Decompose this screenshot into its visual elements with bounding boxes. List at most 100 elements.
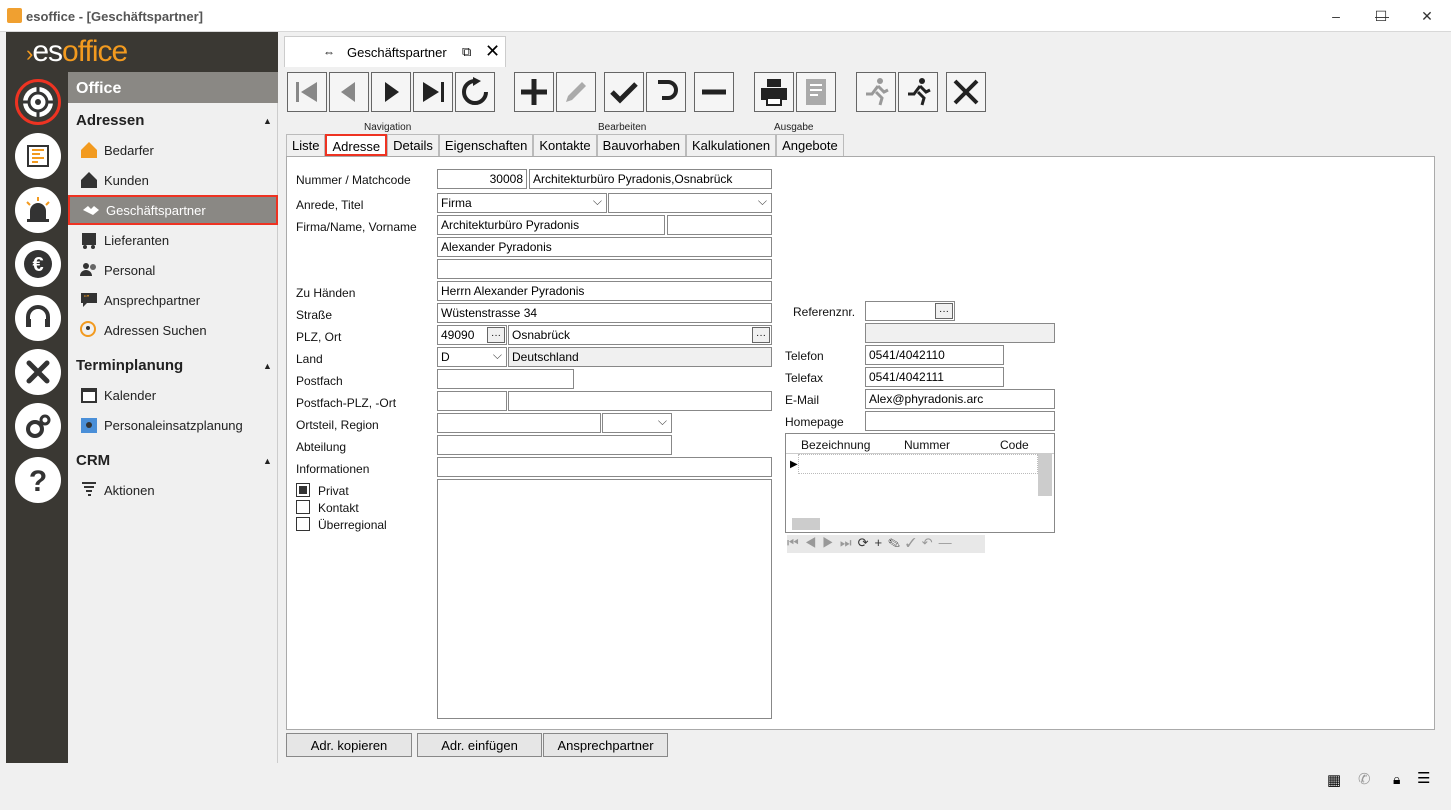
titel-select[interactable] [608,193,772,213]
notes-textarea[interactable] [437,479,772,719]
tab-kontakte[interactable]: Kontakte [533,134,597,156]
grid-col-nummer[interactable]: Nummer [904,438,950,452]
previous-record-button[interactable] [329,72,369,112]
privat-checkbox[interactable] [296,483,310,497]
zuhaenden-field[interactable]: Herrn Alexander Pyradonis [437,281,772,301]
section-adressen[interactable]: Adressen [76,112,144,129]
sidebar-item-personal[interactable]: Personal [68,256,278,284]
popout-icon[interactable]: ⧉ [462,44,471,60]
tab-liste[interactable]: Liste [286,134,326,156]
ueberregional-checkbox[interactable] [296,517,310,531]
section-crm[interactable]: CRM [76,452,110,469]
refresh-button[interactable] [455,72,495,112]
tools-icon[interactable] [15,349,61,395]
strasse-field[interactable]: Wüstenstrasse 34 [437,303,772,323]
tab-bauvorhaben[interactable]: Bauvorhaben [596,134,686,156]
headset-icon[interactable] [15,295,61,341]
planner-icon[interactable] [15,133,61,179]
report-button[interactable] [796,72,836,112]
svg-text:€: € [32,254,43,276]
adr-einfuegen-button[interactable]: Adr. einfügen [417,733,542,757]
postfach-plz-field[interactable] [437,391,507,411]
anrede-select[interactable]: Firma [437,193,607,213]
grid-row[interactable] [798,454,1038,474]
first-record-button[interactable] [287,72,327,112]
run-gray-button[interactable] [856,72,896,112]
minimize-button-2[interactable]: – [1313,0,1359,32]
ort-field[interactable]: Osnabrück [508,325,772,345]
collapse-arrow-icon[interactable]: ▲ [263,116,272,126]
kontakt-checkbox[interactable] [296,500,310,514]
maximize-button[interactable]: ☐ [1358,0,1404,32]
tab-details[interactable]: Details [387,134,439,156]
tab-kalkulationen[interactable]: Kalkulationen [686,134,777,156]
collapse-arrow-icon[interactable]: ▲ [263,361,272,371]
region-select[interactable] [602,413,672,433]
settings-wheel-icon[interactable] [15,79,61,125]
print-button[interactable] [754,72,794,112]
sidebar-item-personaleinsatzplanung[interactable]: Personaleinsatzplanung [68,411,278,439]
grid-scrollbar[interactable] [1038,454,1052,496]
building-icon[interactable]: ▦ [1327,771,1341,789]
database-icon[interactable]: ☰ [1417,769,1430,787]
sidebar-item-kalender[interactable]: Kalender [68,381,278,409]
homepage-field[interactable] [865,411,1055,431]
main-area: ⇔ Geschäftspartner ⧉ ✕ Navigation Bearbe… [278,32,1449,763]
lock-icon[interactable]: 🔒︎ [1393,771,1400,788]
tab-eigenschaften[interactable]: Eigenschaften [438,134,534,156]
edit-button[interactable] [556,72,596,112]
section-terminplanung[interactable]: Terminplanung [76,357,183,374]
last-record-button[interactable] [413,72,453,112]
name3-field[interactable] [437,259,772,279]
telefon-field[interactable]: 0541/4042110 [865,345,1004,365]
ortsteil-field[interactable] [437,413,601,433]
euro-icon[interactable]: € [15,241,61,287]
run-button[interactable] [898,72,938,112]
tab-adresse[interactable]: Adresse [325,134,388,156]
postfach-field[interactable] [437,369,574,389]
sidebar-item-bedarfer[interactable]: Bedarfer [68,136,278,164]
close-tab-icon[interactable]: ✕ [485,41,500,62]
document-tab[interactable]: ⇔ Geschäftspartner ⧉ ✕ [284,36,506,67]
gears-icon[interactable] [15,403,61,449]
plz-lookup-button[interactable]: ··· [487,327,505,343]
informationen-field[interactable] [437,457,772,477]
ort-lookup-button[interactable]: ··· [752,327,770,343]
grid-col-code[interactable]: Code [1000,438,1029,452]
grid-col-bezeichnung[interactable]: Bezeichnung [801,438,870,452]
phone-icon[interactable]: ✆ [1358,770,1371,788]
telefax-field[interactable]: 0541/4042111 [865,367,1004,387]
sidebar-item-lieferanten[interactable]: Lieferanten [68,226,278,254]
save-button[interactable] [604,72,644,112]
delete-button[interactable] [694,72,734,112]
abteilung-field[interactable] [437,435,672,455]
label-strasse: Straße [296,308,333,322]
add-button[interactable] [514,72,554,112]
sidebar-item-geschaeftspartner[interactable]: Geschäftspartner [68,195,278,225]
help-icon[interactable]: ? [15,457,61,503]
sidebar-item-kunden[interactable]: Kunden [68,166,278,194]
matchcode-field[interactable]: Architekturbüro Pyradonis,Osnabrück [529,169,772,189]
alarm-icon[interactable] [15,187,61,233]
vorname-field[interactable] [667,215,772,235]
sidebar-item-ansprechpartner[interactable]: “” Ansprechpartner [68,286,278,314]
sidebar-item-aktionen[interactable]: Aktionen [68,476,278,504]
collapse-arrow-icon[interactable]: ▲ [263,456,272,466]
grid-hscrollbar[interactable] [792,518,820,530]
grid-navigator[interactable]: ⏮◀▶⏭⟳+✎✓↶— [787,535,985,553]
adr-kopieren-button[interactable]: Adr. kopieren [286,733,412,757]
nummer-field[interactable]: 30008 [437,169,527,189]
email-field[interactable]: Alex@phyradonis.arc [865,389,1055,409]
close-window-button[interactable]: ✕ [1404,0,1450,32]
firma-field[interactable]: Architekturbüro Pyradonis [437,215,665,235]
tab-angebote[interactable]: Angebote [776,134,844,156]
referenz-lookup-button[interactable]: ··· [935,303,953,319]
name2-field[interactable]: Alexander Pyradonis [437,237,772,257]
undo-button[interactable] [646,72,686,112]
ansprechpartner-button[interactable]: Ansprechpartner [543,733,668,757]
sidebar-item-adressen-suchen[interactable]: Adressen Suchen [68,316,278,344]
next-record-button[interactable] [371,72,411,112]
close-button[interactable] [946,72,986,112]
land-code-select[interactable]: D [437,347,507,367]
postfach-ort-field[interactable] [508,391,772,411]
